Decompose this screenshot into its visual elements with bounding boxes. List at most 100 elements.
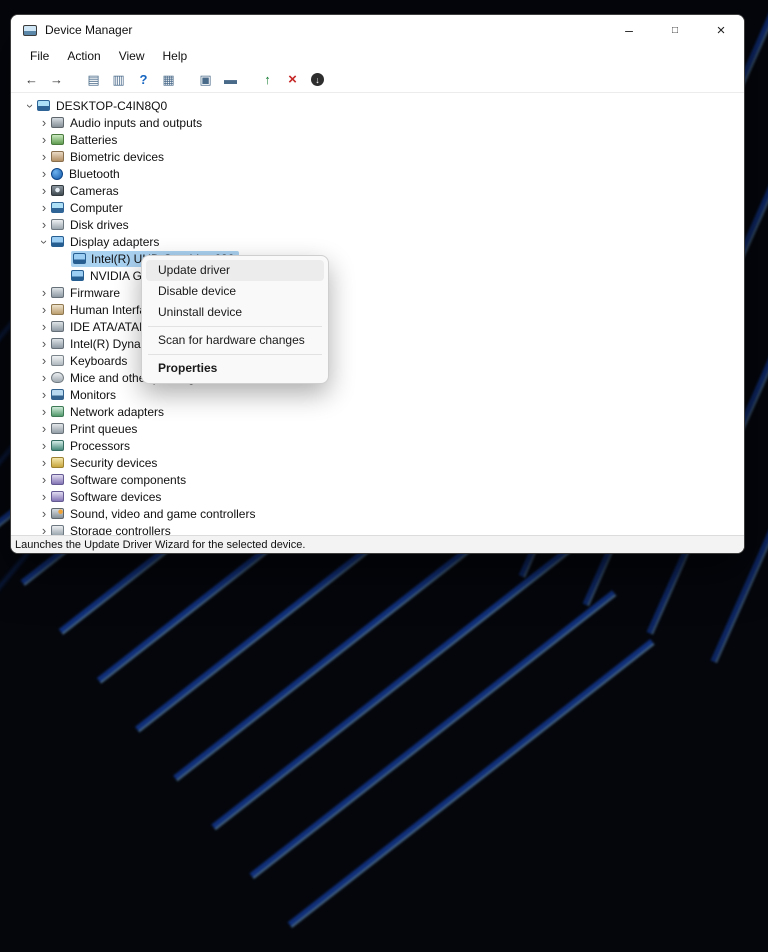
menu-view[interactable]: View — [110, 47, 154, 65]
menu-action[interactable]: Action — [58, 47, 109, 65]
tree-item-software-components[interactable]: › Software components — [11, 471, 744, 488]
tree-item-label: Cameras — [70, 183, 119, 198]
scan-icon: ▣ — [199, 72, 212, 87]
chevron-right-icon[interactable]: › — [37, 472, 51, 487]
tree-item-label: Software components — [70, 472, 187, 487]
software-component-icon — [51, 474, 64, 485]
tree-item-firmware[interactable]: › Firmware — [11, 284, 744, 301]
chevron-right-icon[interactable]: › — [37, 200, 51, 215]
device-tree: › DESKTOP-C4IN8Q0 › Audio inputs and outpu… — [11, 93, 744, 535]
tree-item-label: Computer — [70, 200, 123, 215]
chevron-right-icon[interactable]: › — [37, 370, 51, 385]
maximize-button[interactable]: □ — [652, 15, 698, 45]
minimize-button[interactable]: – — [606, 15, 652, 45]
tree-item-monitors[interactable]: › Monitors — [11, 386, 744, 403]
tree-item-network-adapters[interactable]: › Network adapters — [11, 403, 744, 420]
properties-icon: ▬ — [224, 72, 237, 87]
chevron-right-icon[interactable]: › — [37, 166, 51, 181]
security-icon — [51, 457, 64, 468]
tree-item-print-queues[interactable]: › Print queues — [11, 420, 744, 437]
scan-hardware-changes-button[interactable]: ▣ — [193, 69, 218, 91]
gpu-icon — [71, 270, 84, 281]
tree-item-batteries[interactable]: › Batteries — [11, 131, 744, 148]
chevron-right-icon[interactable]: › — [37, 183, 51, 198]
chevron-right-icon[interactable]: › — [37, 132, 51, 147]
chevron-right-icon[interactable]: › — [37, 285, 51, 300]
chevron-right-icon[interactable]: › — [37, 438, 51, 453]
context-menu-update-driver[interactable]: Update driver — [146, 260, 324, 281]
tree-item-label: Sound, video and game controllers — [70, 506, 256, 521]
tree-item-label: Keyboards — [70, 353, 128, 368]
tree-item-sound-controllers[interactable]: › Sound, video and game controllers — [11, 505, 744, 522]
tree-item-security-devices[interactable]: › Security devices — [11, 454, 744, 471]
tree-item-disk-drives[interactable]: › Disk drives — [11, 216, 744, 233]
tree-item-label: Disk drives — [70, 217, 129, 232]
tree-item-mice[interactable]: ›Mice and other pointing devices — [11, 369, 744, 386]
processor-icon — [51, 440, 64, 451]
back-button[interactable]: ← — [19, 69, 44, 91]
chevron-right-icon[interactable]: › — [37, 404, 51, 419]
chevron-right-icon[interactable]: › — [37, 523, 51, 535]
monitor-icon — [51, 389, 64, 400]
tree-item-display-adapters[interactable]: › Display adapters — [11, 233, 744, 250]
fingerprint-icon — [51, 151, 64, 162]
update-driver-button[interactable]: ↑ — [255, 69, 280, 91]
chevron-down-icon[interactable]: › — [37, 235, 52, 249]
chevron-right-icon[interactable]: › — [37, 336, 51, 351]
tree-item-processors[interactable]: › Processors — [11, 437, 744, 454]
menu-separator — [148, 354, 322, 355]
chevron-down-icon[interactable]: › — [23, 99, 38, 113]
tree-item-computer[interactable]: › Computer — [11, 199, 744, 216]
tree-item-storage-controllers[interactable]: › Storage controllers — [11, 522, 744, 535]
chipset-icon — [51, 338, 64, 349]
tree-item-hid[interactable]: › Human Interface Devices — [11, 301, 744, 318]
tree-item-cameras[interactable]: › Cameras — [11, 182, 744, 199]
tree-item-biometric[interactable]: › Biometric devices — [11, 148, 744, 165]
disable-device-button[interactable]: ↓ — [305, 69, 330, 91]
forward-button[interactable]: → — [44, 69, 69, 91]
close-button[interactable]: × — [698, 15, 744, 45]
chevron-right-icon[interactable]: › — [37, 217, 51, 232]
menubar: File Action View Help — [11, 45, 744, 67]
chevron-right-icon[interactable]: › — [37, 506, 51, 521]
tree-item-software-devices[interactable]: › Software devices — [11, 488, 744, 505]
statusbar-text: Launches the Update Driver Wizard for th… — [15, 538, 306, 551]
battery-icon — [51, 134, 64, 145]
export-list-button[interactable]: ▥ — [106, 69, 131, 91]
tree-item-intel-dynamic[interactable]: ›Intel(R) Dynamic Tuning Technology — [11, 335, 744, 352]
chevron-right-icon[interactable]: › — [37, 302, 51, 317]
chevron-right-icon[interactable]: › — [37, 319, 51, 334]
gpu-icon — [73, 253, 86, 264]
tree-item-bluetooth[interactable]: › Bluetooth — [11, 165, 744, 182]
menu-file[interactable]: File — [21, 47, 58, 65]
menu-help[interactable]: Help — [154, 47, 197, 65]
context-menu: Update driver Disable device Uninstall d… — [141, 255, 329, 384]
views-button[interactable]: ▦ — [156, 69, 181, 91]
tree-item-nvidia-gpu[interactable]: NVIDIA GeForce — [11, 267, 744, 284]
tree-item-label: Monitors — [70, 387, 117, 402]
context-menu-uninstall-device[interactable]: Uninstall device — [146, 302, 324, 323]
chevron-right-icon[interactable]: › — [37, 421, 51, 436]
titlebar[interactable]: Device Manager – □ × — [11, 15, 744, 45]
chevron-right-icon[interactable]: › — [37, 353, 51, 368]
tree-item-keyboards[interactable]: › Keyboards — [11, 352, 744, 369]
disable-icon: ↓ — [311, 73, 324, 86]
tree-item-audio[interactable]: › Audio inputs and outputs — [11, 114, 744, 131]
ide-controller-icon — [51, 321, 64, 332]
chevron-right-icon[interactable]: › — [37, 387, 51, 402]
tree-item-desktop-root[interactable]: › DESKTOP-C4IN8Q0 — [11, 97, 744, 114]
chevron-right-icon[interactable]: › — [37, 489, 51, 504]
properties-button[interactable]: ▬ — [218, 69, 243, 91]
chevron-right-icon[interactable]: › — [37, 115, 51, 130]
show-console-tree-button[interactable]: ▤ — [81, 69, 106, 91]
context-menu-scan-hardware-changes[interactable]: Scan for hardware changes — [146, 330, 324, 351]
tree-item-ide[interactable]: › IDE ATA/ATAPI controllers — [11, 318, 744, 335]
context-menu-properties[interactable]: Properties — [146, 358, 324, 379]
help-button[interactable]: ? — [131, 69, 156, 91]
chevron-right-icon[interactable]: › — [37, 149, 51, 164]
uninstall-device-button[interactable]: × — [280, 69, 305, 91]
context-menu-disable-device[interactable]: Disable device — [146, 281, 324, 302]
keyboard-icon — [51, 355, 64, 366]
tree-item-intel-gpu[interactable]: Intel(R) UHD Graphics 630 — [11, 250, 744, 267]
chevron-right-icon[interactable]: › — [37, 455, 51, 470]
